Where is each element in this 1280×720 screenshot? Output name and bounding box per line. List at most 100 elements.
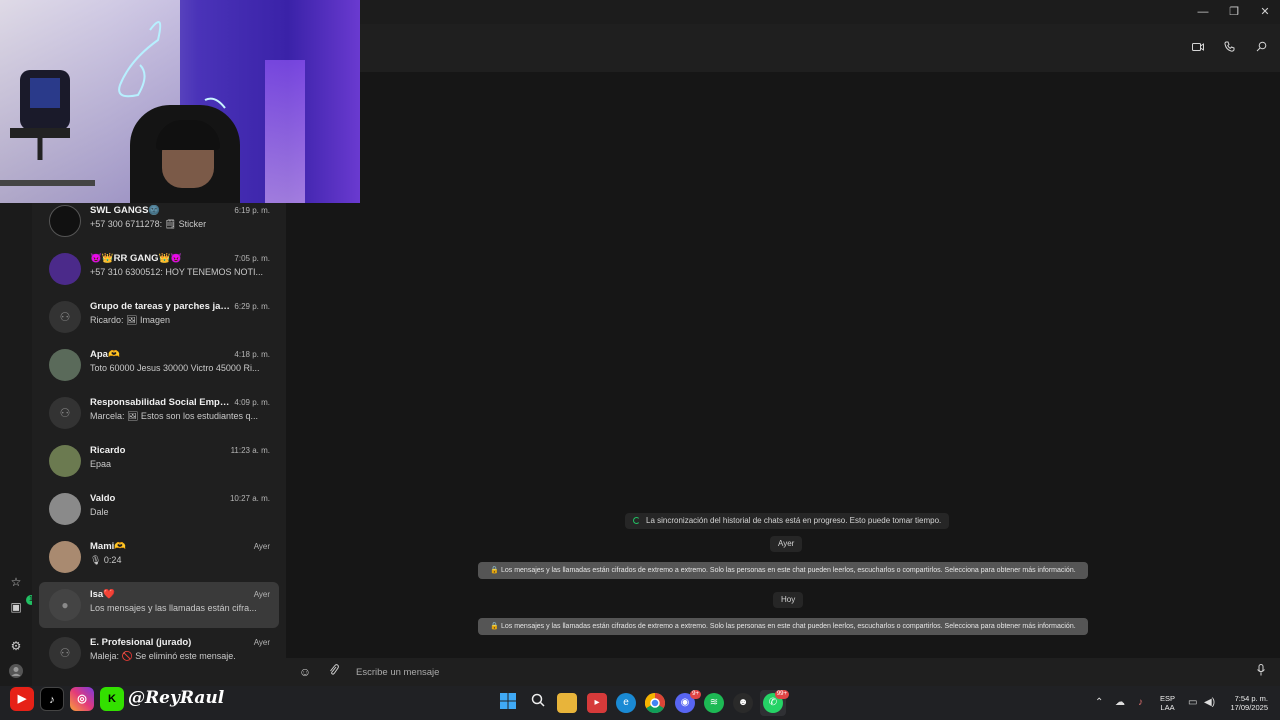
group-avatar-icon: ⚇: [59, 406, 71, 420]
chat-preview: Los mensajes y las llamadas están cifra.…: [90, 603, 257, 613]
chat-time: 6:29 p. m.: [234, 302, 270, 311]
avatar: [49, 493, 81, 525]
chat-preview: Dale: [90, 507, 109, 517]
conversation-header: [286, 24, 1280, 72]
chat-list-item[interactable]: ⚇ E. Profesional (jurado) Ayer Maleja: 🚫 Se…: [39, 630, 279, 676]
chat-time: Ayer: [253, 590, 270, 599]
chat-list-item[interactable]: Mami🫶 Ayer 🎙 0:24: [39, 534, 279, 580]
avatar: [49, 349, 81, 381]
chat-list-item[interactable]: ● Isa❤️ Ayer Los mensajes y las llamadas es…: [39, 582, 279, 628]
avatar: ●: [49, 589, 81, 621]
tray-chevron-icon[interactable]: ⌃: [1095, 697, 1103, 708]
chat-preview: Marcela: 🖼 Estos son los estudiantes q..…: [90, 411, 259, 421]
start-icon[interactable]: [498, 693, 518, 713]
sync-notice-text: La sincronización del historial de chats…: [646, 516, 942, 525]
file-explorer-icon[interactable]: [557, 693, 577, 713]
chat-preview: +57 300 6711278: 🗒 Sticker: [90, 219, 207, 229]
chat-name: 😈👑RR GANG👑😈: [90, 253, 183, 264]
edge-icon[interactable]: e: [616, 693, 636, 713]
chat-time: Ayer: [253, 542, 270, 551]
taskbar-clock[interactable]: 7:54 p. m. 17/09/2025: [1230, 694, 1268, 712]
video-app-icon[interactable]: ▸: [587, 693, 607, 713]
encryption-notice[interactable]: 🔒 Los mensajes y las llamadas están cifr…: [478, 618, 1088, 635]
microphone-icon[interactable]: [1253, 664, 1269, 680]
profile-icon[interactable]: [8, 664, 24, 680]
date-separator-today: Hoy: [773, 592, 804, 608]
clock-date: 17/09/2025: [1230, 703, 1268, 712]
chrome-icon[interactable]: [644, 692, 665, 714]
chat-preview: Epaa: [90, 459, 112, 469]
avatar: [49, 205, 81, 237]
chat-list-item[interactable]: Ricardo 11:23 a. m. Epaa: [39, 438, 279, 484]
avatar: [49, 445, 81, 477]
tiktok-icon: ♪: [40, 687, 64, 711]
emoji-icon[interactable]: ☺: [297, 664, 313, 680]
screen: — ❐ ✕ ☆ ▣ 1 ⚙ SWL GANGS🌚 6:19 p. m. +57 300…: [0, 0, 1280, 720]
close-button[interactable]: ✕: [1250, 4, 1280, 20]
webcam-light: [265, 60, 305, 203]
chat-name: Apa🫶: [90, 349, 120, 360]
default-avatar-icon: ●: [61, 598, 69, 612]
chat-time: 6:19 p. m.: [234, 206, 270, 215]
streamer-handle: @ReyRaul: [128, 688, 225, 708]
gaming-app-icon[interactable]: ☻: [733, 693, 753, 713]
chat-preview: +57 310 6300512: HOY TENEMOS NOTI...: [90, 267, 264, 277]
tray-microphone-icon[interactable]: ♪: [1138, 697, 1143, 708]
message-area: La sincronización del historial de chats…: [286, 72, 1280, 658]
webcam-overlay: [0, 0, 360, 203]
onedrive-icon[interactable]: ☁: [1115, 697, 1125, 708]
avatar: ⚇: [49, 637, 81, 669]
group-avatar-icon: ⚇: [59, 310, 71, 324]
discord-icon[interactable]: ◉ 9+: [675, 690, 701, 713]
whatsapp-icon[interactable]: ✆ 99+: [763, 690, 789, 713]
restore-button[interactable]: ❐: [1219, 4, 1249, 20]
chat-preview: 🎙 0:24: [90, 555, 122, 565]
encryption-notice[interactable]: 🔒 Los mensajes y las llamadas están cifr…: [478, 562, 1088, 579]
volume-icon[interactable]: ◀): [1204, 697, 1215, 708]
chat-preview: Ricardo: 🖼 Imagen: [90, 315, 170, 325]
whatsapp-badge: 99+: [774, 690, 789, 699]
settings-icon[interactable]: ⚙: [8, 638, 24, 654]
chat-name: E. Profesional (jurado): [90, 637, 192, 648]
attach-icon[interactable]: [326, 664, 342, 680]
chat-name: Grupo de tareas y parches jajaja: [90, 301, 230, 312]
video-call-icon[interactable]: [1190, 40, 1206, 56]
language-code: ESP: [1160, 694, 1176, 703]
chat-time: 4:18 p. m.: [234, 350, 270, 359]
discord-badge: 9+: [690, 690, 701, 699]
chat-list-item[interactable]: Valdo 10:27 a. m. Dale: [39, 486, 279, 532]
search-icon[interactable]: [1253, 40, 1269, 56]
chat-time: 4:09 p. m.: [234, 398, 270, 407]
spotify-icon[interactable]: ≋: [704, 693, 724, 713]
chat-time: 11:23 a. m.: [230, 446, 270, 455]
taskbar-search-icon[interactable]: [528, 693, 548, 713]
chat-name: Ricardo: [90, 445, 126, 456]
chat-list-item[interactable]: ⚇ Responsabilidad Social Empre... 4:09 p. …: [39, 390, 279, 436]
phone-call-icon[interactable]: [1221, 40, 1237, 56]
starred-icon[interactable]: ☆: [8, 574, 24, 590]
chat-list-item[interactable]: SWL GANGS🌚 6:19 p. m. +57 300 6711278: 🗒 S…: [39, 198, 279, 244]
instagram-icon: ◎: [70, 687, 94, 711]
youtube-icon: ▶: [10, 687, 34, 711]
chat-preview: Maleja: 🚫 Se eliminó este mensaje.: [90, 651, 236, 661]
chat-name: Valdo: [90, 493, 116, 504]
chat-name: SWL GANGS🌚: [90, 205, 161, 216]
message-composer: ☺: [286, 658, 1280, 686]
kick-icon: K: [100, 687, 124, 711]
chat-list-item[interactable]: ⚇ Grupo de tareas y parches jajaja 6:29 p.…: [39, 294, 279, 340]
date-separator-yesterday: Ayer: [770, 536, 803, 552]
chat-list-item[interactable]: Apa🫶 4:18 p. m. Toto 60000 Jesus 30000 Vic…: [39, 342, 279, 388]
chat-name: Mami🫶: [90, 541, 127, 552]
chat-preview: Toto 60000 Jesus 30000 Victro 45000 Ri..…: [90, 363, 260, 373]
chat-time: 10:27 a. m.: [229, 494, 270, 503]
message-input[interactable]: [356, 663, 1176, 681]
chat-name: Responsabilidad Social Empre...: [90, 397, 230, 408]
network-icon[interactable]: ▭: [1188, 697, 1197, 708]
clock-time: 7:54 p. m.: [1234, 694, 1268, 703]
minimize-button[interactable]: —: [1188, 4, 1218, 20]
archive-icon[interactable]: ▣ 1: [8, 595, 36, 615]
chat-list-item[interactable]: 😈👑RR GANG👑😈 7:05 p. m. +57 310 6300512: HO…: [39, 246, 279, 292]
social-handles-overlay: ▶ ♪ ◎ K @ReyRaul: [10, 685, 250, 713]
sync-notice: La sincronización del historial de chats…: [625, 513, 950, 529]
language-indicator[interactable]: ESP LAA: [1160, 694, 1175, 712]
